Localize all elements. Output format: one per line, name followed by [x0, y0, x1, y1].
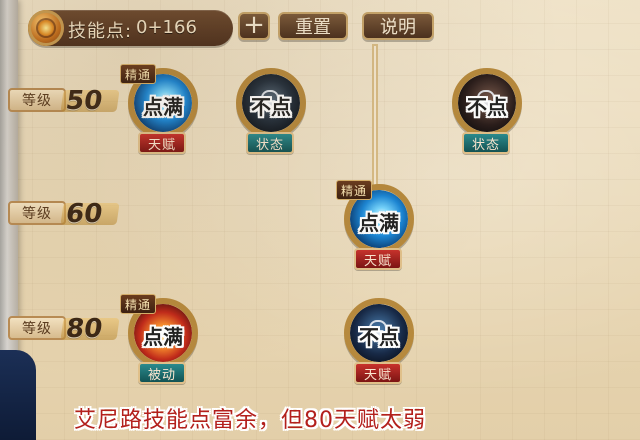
skill-type-tag: 状态 [462, 132, 510, 154]
skill-node-lv50-1[interactable]: 精通 点满 天赋 [118, 62, 206, 172]
skill-overlay-text: 点满 [359, 210, 399, 235]
skill-type-tag: 天赋 [354, 362, 402, 384]
skill-node-lv80-2[interactable]: 不点 天赋 [334, 292, 422, 402]
skill-type-tag: 状态 [246, 132, 294, 154]
help-button[interactable]: 说明 [362, 12, 434, 40]
level-label: 等级 [8, 316, 66, 340]
skill-node-lv60-1[interactable]: 精通 点满 天赋 [334, 178, 422, 288]
skill-overlay-text: 点满 [143, 94, 183, 119]
left-character-cloak [0, 350, 36, 440]
skill-type-tag: 天赋 [138, 132, 186, 154]
reset-button[interactable]: 重置 [278, 12, 348, 40]
skill-tree-screen: 技能点: 0+166 + 重置 说明 等级 50 等级 60 等级 80 精通 … [0, 0, 640, 440]
mastery-badge: 精通 [336, 180, 372, 200]
level-badge-80: 等级 80 [8, 314, 124, 344]
level-label: 等级 [8, 88, 66, 112]
level-value: 60 [64, 199, 120, 229]
skill-node-lv50-2[interactable]: 不点 状态 [226, 62, 314, 172]
skill-node-lv50-3[interactable]: 不点 状态 [442, 62, 530, 172]
skill-connector-line [372, 44, 378, 188]
mastery-badge: 精通 [120, 294, 156, 314]
bottom-caption: 艾尼路技能点富余，但80天赋太弱 [74, 408, 426, 433]
skill-points-value: 0+166 [136, 17, 197, 38]
level-badge-60: 等级 60 [8, 199, 124, 229]
level-value: 50 [64, 86, 120, 116]
skill-overlay-text: 不点 [467, 94, 507, 119]
skill-overlay-text: 点满 [143, 324, 183, 349]
mastery-badge: 精通 [120, 64, 156, 84]
skill-points-icon [28, 10, 64, 46]
add-skill-points-button[interactable]: + [238, 12, 270, 40]
skill-node-lv80-1[interactable]: 精通 点满 被动 [118, 292, 206, 402]
skill-overlay-text: 不点 [251, 94, 291, 119]
skill-overlay-text: 不点 [359, 324, 399, 349]
level-label: 等级 [8, 201, 66, 225]
skill-points-label: 技能点: [68, 21, 133, 42]
level-badge-50: 等级 50 [8, 86, 124, 116]
skill-type-tag: 被动 [138, 362, 186, 384]
skill-type-tag: 天赋 [354, 248, 402, 270]
level-value: 80 [64, 314, 120, 344]
